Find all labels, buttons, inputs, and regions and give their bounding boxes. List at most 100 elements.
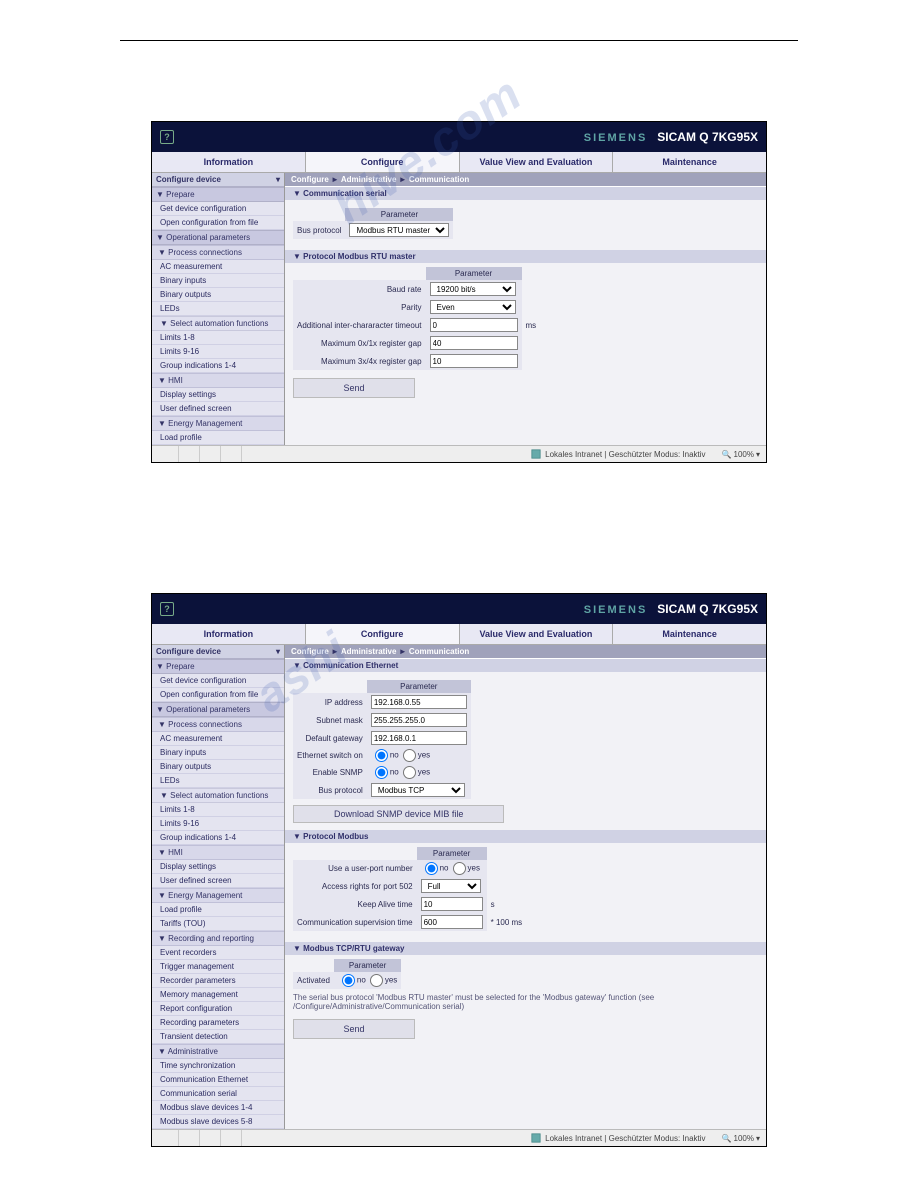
timeout-input[interactable]: [430, 318, 518, 332]
sidebar-item-group14[interactable]: Group indications 1-4: [152, 359, 284, 373]
sidebar-subsection-process[interactable]: ▼ Process connections: [152, 245, 284, 260]
crumb-configure[interactable]: Configure: [291, 175, 329, 184]
download-mib-button[interactable]: Download SNMP device MIB file: [293, 805, 504, 823]
sidebar-subsection-process[interactable]: ▼ Process connections: [152, 717, 284, 732]
userport-yes-radio[interactable]: [453, 862, 466, 875]
parity-select[interactable]: Even: [430, 300, 516, 314]
section-protocol-modbus-rtu[interactable]: ▼ Protocol Modbus RTU master: [285, 250, 766, 263]
ethsw-yes-radio[interactable]: [403, 749, 416, 762]
label-access-rights: Access rights for port 502: [293, 877, 417, 895]
gap34-input[interactable]: [430, 354, 518, 368]
modbus-parameter-table: Parameter Use a user-port numbernoyes Ac…: [293, 847, 526, 931]
tab-configure[interactable]: Configure: [306, 624, 460, 644]
sidebar-subsection-energy[interactable]: ▼ Energy Management: [152, 888, 284, 903]
crumb-administrative[interactable]: Administrative: [341, 647, 397, 656]
sidebar-item-uds[interactable]: User defined screen: [152, 402, 284, 416]
sidebar-item-modbus-slave-58[interactable]: Modbus slave devices 5-8: [152, 1115, 284, 1129]
help-icon[interactable]: ?: [160, 602, 174, 616]
baud-select[interactable]: 19200 bit/s: [430, 282, 516, 296]
sidebar-item-binary-inputs[interactable]: Binary inputs: [152, 746, 284, 760]
sidebar-section-prepare[interactable]: ▼ Prepare: [152, 187, 284, 202]
sidebar-item-ac[interactable]: AC measurement: [152, 260, 284, 274]
sidebar-item-open-config-file[interactable]: Open configuration from file: [152, 216, 284, 230]
sidebar-subsection-energy[interactable]: ▼ Energy Management: [152, 416, 284, 431]
sidebar-item-comm-ethernet[interactable]: Communication Ethernet: [152, 1073, 284, 1087]
activated-yes-radio[interactable]: [370, 974, 383, 987]
sidebar-item-transient[interactable]: Transient detection: [152, 1030, 284, 1044]
sidebar-item-recording-params[interactable]: Recording parameters: [152, 1016, 284, 1030]
sidebar-item-display[interactable]: Display settings: [152, 388, 284, 402]
sidebar-item-load-profile[interactable]: Load profile: [152, 431, 284, 445]
sidebar-section-operational[interactable]: ▼ Operational parameters: [152, 230, 284, 245]
zoom-control[interactable]: 🔍 100% ▾: [722, 450, 760, 459]
help-icon[interactable]: ?: [160, 130, 174, 144]
sidebar-subsection-recording[interactable]: ▼ Recording and reporting: [152, 931, 284, 946]
bus-protocol-select[interactable]: Modbus TCP: [371, 783, 465, 797]
sidebar-item-memory-mgmt[interactable]: Memory management: [152, 988, 284, 1002]
send-button[interactable]: Send: [293, 1019, 415, 1039]
snmp-yes-radio[interactable]: [403, 766, 416, 779]
sidebar-subsection-hmi[interactable]: ▼ HMI: [152, 845, 284, 860]
section-protocol-modbus[interactable]: ▼ Protocol Modbus: [285, 830, 766, 843]
sidebar-item-tariffs[interactable]: Tariffs (TOU): [152, 917, 284, 931]
sidebar-item-timesync[interactable]: Time synchronization: [152, 1059, 284, 1073]
tab-configure[interactable]: Configure: [306, 152, 460, 172]
sidebar-subsection-hmi[interactable]: ▼ HMI: [152, 373, 284, 388]
send-button[interactable]: Send: [293, 378, 415, 398]
bus-protocol-select[interactable]: Modbus RTU master: [349, 223, 449, 237]
sidebar-item-uds[interactable]: User defined screen: [152, 874, 284, 888]
userport-no-radio[interactable]: [425, 862, 438, 875]
sidebar-item-limits18[interactable]: Limits 1-8: [152, 331, 284, 345]
tab-value-view[interactable]: Value View and Evaluation: [460, 624, 614, 644]
panel-body: Configure device▾ ▼ Prepare Get device c…: [152, 173, 766, 445]
tab-information[interactable]: Information: [152, 152, 306, 172]
sidebar-subsection-administrative[interactable]: ▼ Administrative: [152, 1044, 284, 1059]
crumb-administrative[interactable]: Administrative: [341, 175, 397, 184]
gap01-input[interactable]: [430, 336, 518, 350]
sidebar-item-get-device-config[interactable]: Get device configuration: [152, 202, 284, 216]
section-communication-serial[interactable]: ▼ Communication serial: [285, 187, 766, 200]
sidebar-subsection-automation[interactable]: ▼ Select automation functions: [152, 316, 284, 331]
ethsw-no-radio[interactable]: [375, 749, 388, 762]
sidebar-section-operational[interactable]: ▼ Operational parameters: [152, 702, 284, 717]
sidebar-item-binary-outputs[interactable]: Binary outputs: [152, 288, 284, 302]
sidebar-item-binary-outputs[interactable]: Binary outputs: [152, 760, 284, 774]
gateway-input[interactable]: [371, 731, 467, 745]
access-select[interactable]: Full: [421, 879, 481, 893]
sidebar-item-binary-inputs[interactable]: Binary inputs: [152, 274, 284, 288]
section-communication-ethernet[interactable]: ▼ Communication Ethernet: [285, 659, 766, 672]
sidebar-item-report-config[interactable]: Report configuration: [152, 1002, 284, 1016]
sidebar-item-load-profile[interactable]: Load profile: [152, 903, 284, 917]
section-modbus-gateway[interactable]: ▼ Modbus TCP/RTU gateway: [285, 942, 766, 955]
keepalive-input[interactable]: [421, 897, 483, 911]
tab-maintenance[interactable]: Maintenance: [613, 152, 766, 172]
tab-value-view[interactable]: Value View and Evaluation: [460, 152, 614, 172]
tab-maintenance[interactable]: Maintenance: [613, 624, 766, 644]
sidebar-item-comm-serial[interactable]: Communication serial: [152, 1087, 284, 1101]
sidebar-item-leds[interactable]: LEDs: [152, 302, 284, 316]
subnet-input[interactable]: [371, 713, 467, 727]
commtime-input[interactable]: [421, 915, 483, 929]
crumb-configure[interactable]: Configure: [291, 647, 329, 656]
sidebar-item-trigger-mgmt[interactable]: Trigger management: [152, 960, 284, 974]
sidebar-item-limits18[interactable]: Limits 1-8: [152, 803, 284, 817]
sidebar-item-recorder-params[interactable]: Recorder parameters: [152, 974, 284, 988]
sidebar-item-open-config-file[interactable]: Open configuration from file: [152, 688, 284, 702]
activated-no-radio[interactable]: [342, 974, 355, 987]
sidebar-item-limits916[interactable]: Limits 9-16: [152, 817, 284, 831]
sidebar-subsection-automation[interactable]: ▼ Select automation functions: [152, 788, 284, 803]
sidebar-item-limits916[interactable]: Limits 9-16: [152, 345, 284, 359]
sidebar-section-prepare[interactable]: ▼ Prepare: [152, 659, 284, 674]
sidebar-item-leds[interactable]: LEDs: [152, 774, 284, 788]
zoom-control[interactable]: 🔍 100% ▾: [722, 1134, 760, 1143]
sidebar-item-ac[interactable]: AC measurement: [152, 732, 284, 746]
sidebar-item-display[interactable]: Display settings: [152, 860, 284, 874]
chevron-down-icon: ▾: [276, 175, 280, 184]
tab-information[interactable]: Information: [152, 624, 306, 644]
sidebar-item-modbus-slave-14[interactable]: Modbus slave devices 1-4: [152, 1101, 284, 1115]
sidebar-item-get-device-config[interactable]: Get device configuration: [152, 674, 284, 688]
ip-input[interactable]: [371, 695, 467, 709]
snmp-no-radio[interactable]: [375, 766, 388, 779]
sidebar-item-event-recorders[interactable]: Event recorders: [152, 946, 284, 960]
sidebar-item-group14[interactable]: Group indications 1-4: [152, 831, 284, 845]
